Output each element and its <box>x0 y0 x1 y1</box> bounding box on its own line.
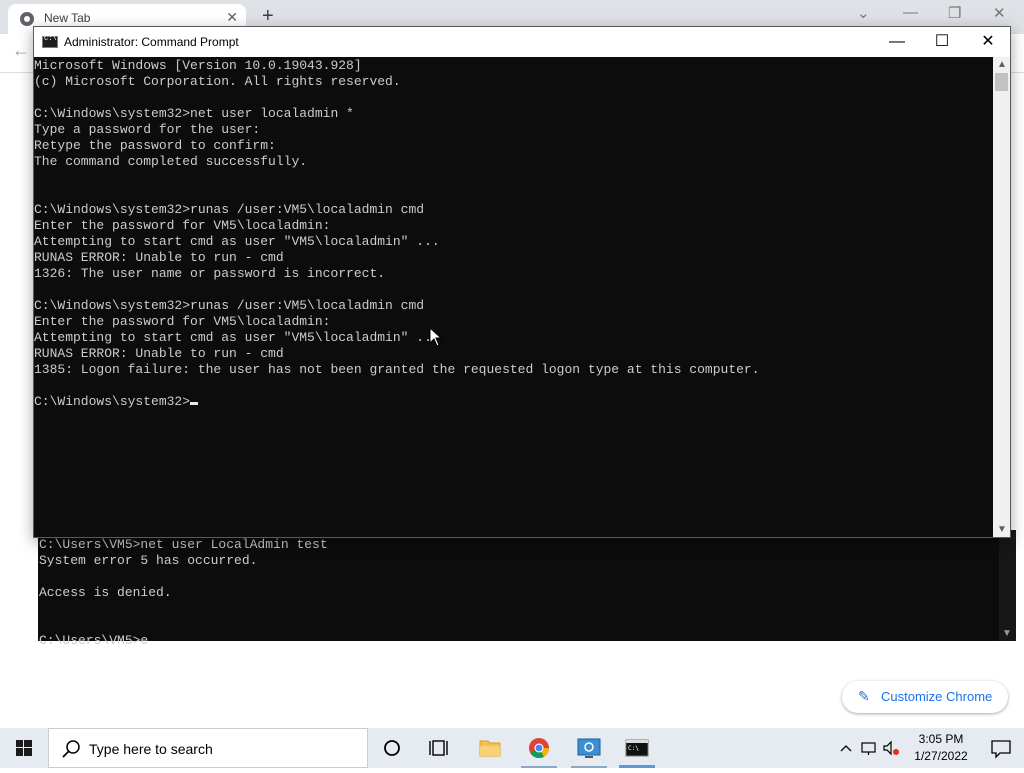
volume-muted-icon <box>883 740 892 756</box>
cortana-button[interactable] <box>368 728 416 768</box>
scroll-down-icon[interactable]: ▼ <box>1002 628 1012 639</box>
chrome-tab-title: New Tab <box>44 11 91 25</box>
taskbar-search-box[interactable]: Type here to search <box>48 728 368 768</box>
command-prompt-window[interactable]: Administrator: Command Prompt — ☐ ✕ Micr… <box>33 26 1011 538</box>
cortana-icon <box>384 740 400 756</box>
tab-search-icon[interactable]: ⌄ <box>857 4 870 22</box>
close-tab-icon[interactable]: ✕ <box>226 9 238 26</box>
search-app-taskbar-button[interactable] <box>565 728 613 768</box>
text-cursor <box>190 402 199 405</box>
background-console-window[interactable]: C:\Users\VM5>net user LocalAdmin test Sy… <box>38 530 1016 648</box>
chrome-close-button[interactable]: ✕ <box>993 4 1006 22</box>
notification-icon <box>991 740 1011 759</box>
clock-time: 3:05 PM <box>918 732 964 746</box>
cmd-app-icon <box>42 35 58 48</box>
cmd-prompt: C:\Windows\system32> <box>34 394 191 409</box>
cmd-window-title: Administrator: Command Prompt <box>64 35 239 49</box>
cmd-maximize-button[interactable]: ☐ <box>919 27 965 57</box>
scroll-down-icon[interactable]: ▼ <box>997 524 1007 535</box>
cmd-output: Microsoft Windows [Version 10.0.19043.92… <box>34 58 760 410</box>
cmd-taskbar-button[interactable]: C:\ <box>613 728 661 768</box>
chrome-taskbar-button[interactable] <box>515 728 563 768</box>
network-icon <box>861 742 876 753</box>
notification-center-button[interactable] <box>978 728 1024 768</box>
cmd-icon: C:\ <box>625 739 649 757</box>
search-icon <box>62 740 80 758</box>
chrome-restore-button[interactable]: ❐ <box>948 4 961 22</box>
task-view-button[interactable] <box>416 728 464 768</box>
search-app-icon <box>577 738 601 758</box>
task-view-icon <box>429 740 448 756</box>
back-arrow-icon[interactable]: ← <box>12 40 30 61</box>
windows-logo-icon <box>16 740 32 756</box>
customize-chrome-button[interactable]: ✎ Customize Chrome <box>842 681 1008 713</box>
pencil-icon: ✎ <box>858 688 870 704</box>
customize-chrome-label: Customize Chrome <box>881 689 993 704</box>
scroll-up-icon[interactable]: ▲ <box>997 59 1007 70</box>
background-console-output: C:\Users\VM5>net user LocalAdmin test Sy… <box>39 537 328 648</box>
cmd-console-area[interactable]: Microsoft Windows [Version 10.0.19043.92… <box>34 57 994 537</box>
background-console-scrollbar[interactable]: ▼ <box>999 530 1016 641</box>
clock-date: 1/27/2022 <box>914 749 968 763</box>
cmd-output-text: Microsoft Windows [Version 10.0.19043.92… <box>34 58 760 377</box>
new-tab-button[interactable]: + <box>262 5 274 28</box>
taskbar: Type here to search C:\ 3:05 PM 1/27/202… <box>0 728 1024 768</box>
file-explorer-button[interactable] <box>466 728 514 768</box>
chrome-icon <box>529 738 550 759</box>
cmd-close-button[interactable]: ✕ <box>965 27 1011 57</box>
cmd-minimize-button[interactable]: — <box>874 27 920 57</box>
search-placeholder: Type here to search <box>89 741 213 757</box>
chrome-minimize-button[interactable]: — <box>903 4 918 21</box>
system-tray <box>836 728 904 768</box>
chrome-favicon-icon <box>20 12 34 26</box>
tray-icons[interactable] <box>836 728 904 768</box>
file-explorer-icon <box>479 740 501 757</box>
svg-text:C:\: C:\ <box>628 745 639 752</box>
scroll-thumb[interactable] <box>995 73 1008 91</box>
start-button[interactable] <box>0 728 48 768</box>
cmd-scrollbar[interactable]: ▲ ▼ <box>993 57 1010 537</box>
taskbar-clock[interactable]: 3:05 PM 1/27/2022 <box>904 731 978 765</box>
cmd-titlebar[interactable]: Administrator: Command Prompt — ☐ ✕ <box>34 27 1010 57</box>
show-hidden-icons-icon <box>840 745 852 752</box>
